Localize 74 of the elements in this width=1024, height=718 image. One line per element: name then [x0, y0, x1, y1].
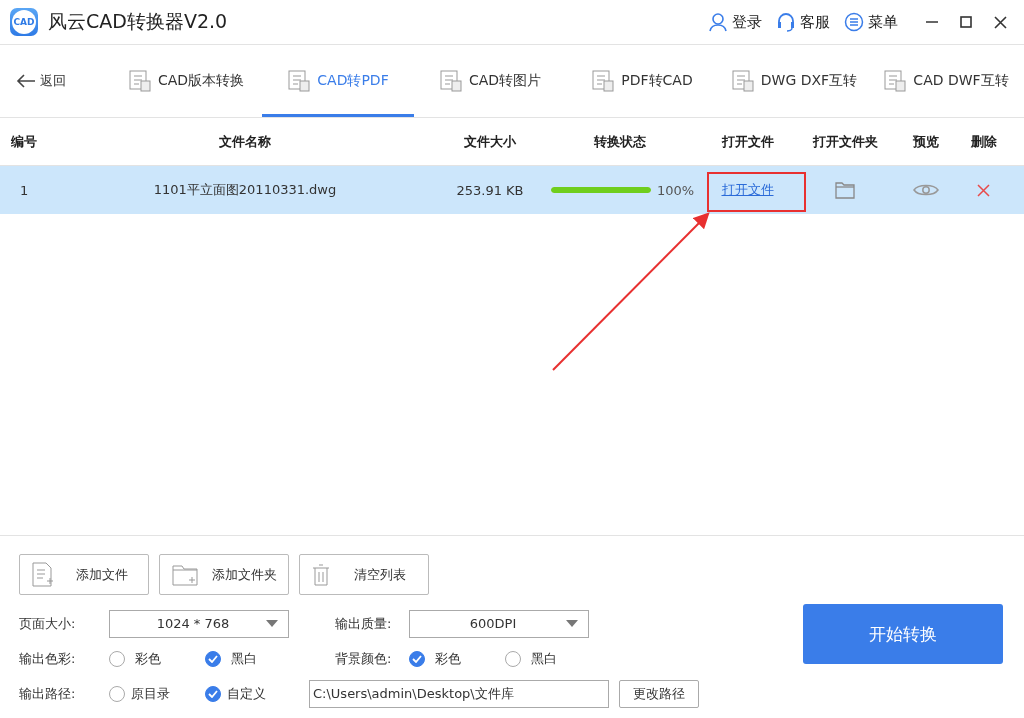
- headset-icon: [776, 12, 796, 32]
- file-button[interactable]: 添加文件: [19, 554, 149, 595]
- column-header: 编号: [10, 132, 38, 151]
- tab-document-icon: [287, 69, 312, 93]
- option-label: 原目录: [131, 684, 170, 703]
- delete-icon[interactable]: [977, 183, 990, 197]
- open-file-link[interactable]: 打开文件: [721, 181, 774, 199]
- column-header: 打开文件: [720, 132, 775, 151]
- folder-button[interactable]: 添加文件夹: [159, 554, 289, 595]
- maximize-icon: [960, 16, 972, 28]
- quality-dropdown[interactable]: 600DPI: [409, 609, 589, 638]
- option-label: 彩色: [135, 649, 161, 668]
- option-label: 自定义: [227, 684, 266, 703]
- option-label: 彩色: [435, 649, 461, 668]
- progress-percent: 100%: [657, 182, 695, 198]
- table-cell-text: 253.91 KB: [455, 182, 525, 198]
- tab-document-icon: [127, 69, 152, 93]
- back-arrow-icon: [16, 74, 36, 88]
- add-file-icon: [32, 561, 54, 588]
- radio-button[interactable]: [505, 650, 521, 667]
- add-folder-icon: [172, 563, 198, 586]
- radio-button[interactable]: [409, 650, 425, 667]
- nav-tab[interactable]: PDF转CAD: [566, 45, 718, 117]
- nav-tab[interactable]: DWG DXF互转: [718, 45, 870, 117]
- column-header: 打开文件夹: [811, 132, 879, 151]
- nav-tab[interactable]: CAD版本转换: [110, 45, 262, 117]
- path-input-field[interactable]: C:\Users\admin\Desktop\文件库: [309, 679, 609, 708]
- column-header: 文件大小: [463, 132, 517, 151]
- column-header: 删除: [969, 132, 998, 151]
- page-size-dropdown[interactable]: 1024 * 768: [109, 609, 289, 638]
- app-logo: CAD: [10, 8, 38, 36]
- check-icon: [208, 654, 218, 663]
- tab-document-icon: [591, 69, 616, 93]
- file-row[interactable]: 1 1101平立面图20110331.dwg 253.91 KB 100% 打开文件: [0, 166, 1024, 214]
- menu-icon: [844, 12, 864, 32]
- change-path-button[interactable]: 更改路径: [619, 679, 699, 708]
- close-icon: [993, 15, 1007, 29]
- trash-icon: [312, 563, 330, 586]
- window-title: 风云CAD转换器V2.0: [48, 9, 228, 34]
- radio-button[interactable]: [109, 685, 125, 702]
- radio-button[interactable]: [205, 685, 221, 702]
- menu-button[interactable]: 菜单: [844, 12, 898, 32]
- dropdown-caret-icon: [266, 620, 278, 627]
- field-label: 输出质量:: [335, 614, 393, 633]
- nav-tab[interactable]: CAD DWF互转: [870, 45, 1022, 117]
- table-cell-text: 1101平立面图20110331.dwg: [152, 181, 338, 199]
- table-cell-text: 1: [19, 182, 30, 198]
- tab-document-icon: [730, 69, 755, 93]
- back-button[interactable]: 返回: [16, 45, 110, 117]
- tab-document-icon: [883, 69, 908, 93]
- user-icon: [708, 12, 728, 32]
- user-button[interactable]: 登录: [708, 12, 762, 32]
- field-label: 背景颜色:: [335, 649, 393, 668]
- field-label: 输出路径:: [19, 684, 77, 703]
- field-label: 输出色彩:: [19, 649, 77, 668]
- check-icon: [412, 654, 422, 663]
- column-header: 转换状态: [593, 132, 647, 151]
- column-header: 预览: [912, 132, 940, 151]
- start-convert-button[interactable]: 开始转换: [803, 604, 1003, 664]
- field-label: 页面大小:: [19, 614, 77, 633]
- headset-button[interactable]: 客服: [776, 12, 830, 32]
- option-label: 黑白: [531, 649, 557, 668]
- column-header: 文件名称: [218, 132, 272, 151]
- dropdown-caret-icon: [566, 620, 578, 627]
- nav-tab[interactable]: CAD转图片: [414, 45, 566, 117]
- option-label: 黑白: [231, 649, 257, 668]
- tab-document-icon: [438, 69, 463, 93]
- radio-button[interactable]: [205, 650, 221, 667]
- radio-button[interactable]: [109, 650, 125, 667]
- trash-button[interactable]: 清空列表: [299, 554, 429, 595]
- check-icon: [208, 689, 218, 698]
- nav-tab[interactable]: CAD转PDF: [262, 45, 414, 117]
- eye-icon[interactable]: [913, 182, 939, 198]
- folder-icon[interactable]: [835, 181, 855, 199]
